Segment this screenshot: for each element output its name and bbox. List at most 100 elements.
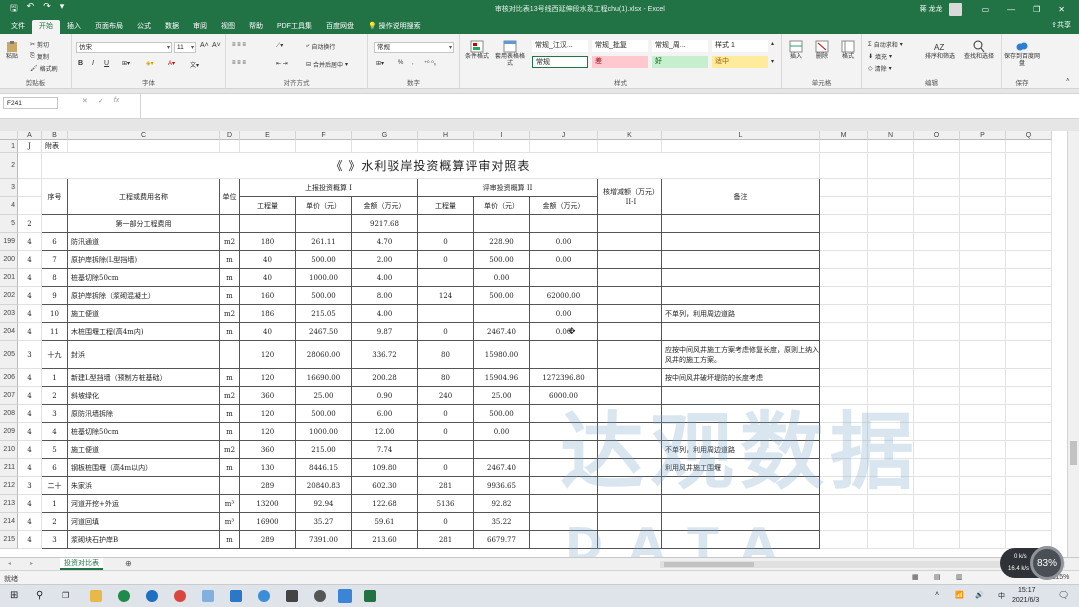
cell-k[interactable]	[598, 305, 662, 323]
cell-g[interactable]: 602.30	[352, 477, 418, 495]
cell-i[interactable]	[474, 441, 530, 459]
cell-i[interactable]: 500.00	[474, 287, 530, 305]
collapse-ribbon-icon[interactable]: ˄	[1066, 78, 1070, 84]
row-header[interactable]: 205	[0, 341, 18, 369]
cell-e[interactable]: 160	[240, 287, 296, 305]
italic-button[interactable]: I	[92, 60, 94, 67]
empty-cell[interactable]	[1006, 233, 1052, 251]
cell-e[interactable]: 289	[240, 477, 296, 495]
cell-a[interactable]: 4	[18, 233, 42, 251]
empty-cell[interactable]	[662, 140, 820, 153]
empty-cell[interactable]	[868, 215, 914, 233]
cell-d[interactable]: m2	[220, 387, 240, 405]
empty-cell[interactable]	[820, 369, 868, 387]
row-header[interactable]: 215	[0, 531, 18, 549]
cell-k[interactable]	[598, 531, 662, 549]
cell-l[interactable]: 利用风井施工围堰	[662, 459, 820, 477]
cell-f[interactable]: 500.00	[296, 405, 352, 423]
close-icon[interactable]: ✕	[1058, 5, 1065, 14]
ribbon-display-icon[interactable]: ▭	[982, 5, 990, 14]
cell-l[interactable]	[662, 495, 820, 513]
borders-icon[interactable]: ⊞▾	[122, 60, 130, 67]
chrome-icon[interactable]	[174, 590, 186, 602]
name-box[interactable]: F241	[3, 97, 58, 109]
cell-k[interactable]	[598, 513, 662, 531]
cell-b[interactable]: 3	[42, 531, 68, 549]
row-header[interactable]: 214	[0, 513, 18, 531]
cell-k[interactable]	[598, 477, 662, 495]
row-header[interactable]: 212	[0, 477, 18, 495]
empty-cell[interactable]	[1006, 197, 1052, 215]
column-header-j[interactable]: J	[530, 131, 598, 140]
excel-taskbar-icon[interactable]	[364, 590, 376, 602]
cell-k[interactable]	[598, 423, 662, 441]
empty-cell[interactable]	[820, 441, 868, 459]
empty-cell[interactable]	[820, 179, 868, 197]
select-all-corner[interactable]	[0, 131, 18, 140]
vscode-icon[interactable]	[230, 590, 242, 602]
column-header-d[interactable]: D	[220, 131, 240, 140]
prev-sheet-icon[interactable]: ◂	[8, 560, 11, 567]
phonetic-icon[interactable]: 文▾	[190, 60, 199, 69]
cell-l[interactable]: 按中间风井破坏堤防的长度考虑	[662, 369, 820, 387]
style-cell-2[interactable]: 常规_批复	[592, 40, 648, 52]
empty-cell[interactable]	[820, 531, 868, 549]
cell-f[interactable]: 1000.00	[296, 423, 352, 441]
cell-b[interactable]: 10	[42, 305, 68, 323]
empty-cell[interactable]	[1006, 140, 1052, 153]
empty-cell[interactable]	[960, 531, 1006, 549]
empty-cell[interactable]	[960, 459, 1006, 477]
cell-j[interactable]: 62000.00	[530, 287, 598, 305]
cell-b[interactable]: 1	[42, 495, 68, 513]
fill-button[interactable]: ⬇ 填充 ▾	[868, 52, 892, 61]
cell-d[interactable]: m	[220, 251, 240, 269]
redo-icon[interactable]: ↷	[43, 1, 51, 17]
delete-cells-button[interactable]: 删除	[812, 40, 832, 61]
wrap-text-button[interactable]: ⤶ 自动换行	[306, 42, 335, 51]
cell-j[interactable]: 0.00	[530, 251, 598, 269]
empty-cell[interactable]	[960, 305, 1006, 323]
cell-g[interactable]: 8.00	[352, 287, 418, 305]
cell-f[interactable]: 20840.83	[296, 477, 352, 495]
row-header-5[interactable]: 5	[0, 215, 18, 233]
empty-cell[interactable]	[960, 477, 1006, 495]
cell-h[interactable]: 0	[418, 513, 474, 531]
empty-cell[interactable]	[820, 477, 868, 495]
cell-h[interactable]: 0	[418, 233, 474, 251]
empty-cell[interactable]	[820, 251, 868, 269]
enter-icon[interactable]: ✓	[98, 97, 104, 105]
tab-view[interactable]: 视图	[214, 20, 242, 34]
empty-cell[interactable]	[914, 387, 960, 405]
empty-cell[interactable]	[868, 323, 914, 341]
fill-color-icon[interactable]: ◈▾	[146, 60, 154, 67]
empty-cell[interactable]	[868, 341, 914, 369]
empty-cell[interactable]	[914, 531, 960, 549]
cell-c[interactable]: 斜坡绿化	[68, 387, 220, 405]
styles-more-icon[interactable]: ▾	[771, 58, 774, 65]
normal-view-icon[interactable]: ▦	[912, 573, 919, 581]
cell-b[interactable]: 1	[42, 369, 68, 387]
copy-button[interactable]: ⎘ 复制	[30, 52, 49, 61]
cell-l[interactable]	[662, 287, 820, 305]
empty-cell[interactable]	[868, 251, 914, 269]
restore-icon[interactable]: ❐	[1033, 5, 1040, 14]
row-header[interactable]: 213	[0, 495, 18, 513]
cell-e[interactable]: 120	[240, 423, 296, 441]
empty-cell[interactable]	[1006, 495, 1052, 513]
header-qty-ii[interactable]: 工程量	[418, 197, 474, 215]
share-button[interactable]: ⇪共享	[1051, 20, 1071, 30]
empty-cell[interactable]	[598, 215, 662, 233]
cell-i[interactable]: 228.90	[474, 233, 530, 251]
app-blue-icon[interactable]	[202, 590, 214, 602]
next-sheet-icon[interactable]: ▸	[30, 560, 33, 567]
cell-j[interactable]	[530, 269, 598, 287]
cell-b[interactable]: 十九	[42, 341, 68, 369]
autosum-button[interactable]: Σ 自动求和 ▾	[868, 40, 903, 50]
cell-k[interactable]	[598, 369, 662, 387]
column-header-h[interactable]: H	[418, 131, 474, 140]
tab-formulas[interactable]: 公式	[130, 20, 158, 34]
cell-g[interactable]: 6.00	[352, 405, 418, 423]
cell-l[interactable]: 应按中间风井施工方案考虑修复长度，原则上纳入风井的施工方案。	[662, 341, 820, 369]
cell-d[interactable]: m2	[220, 305, 240, 323]
cell-c[interactable]: 封浜	[68, 341, 220, 369]
